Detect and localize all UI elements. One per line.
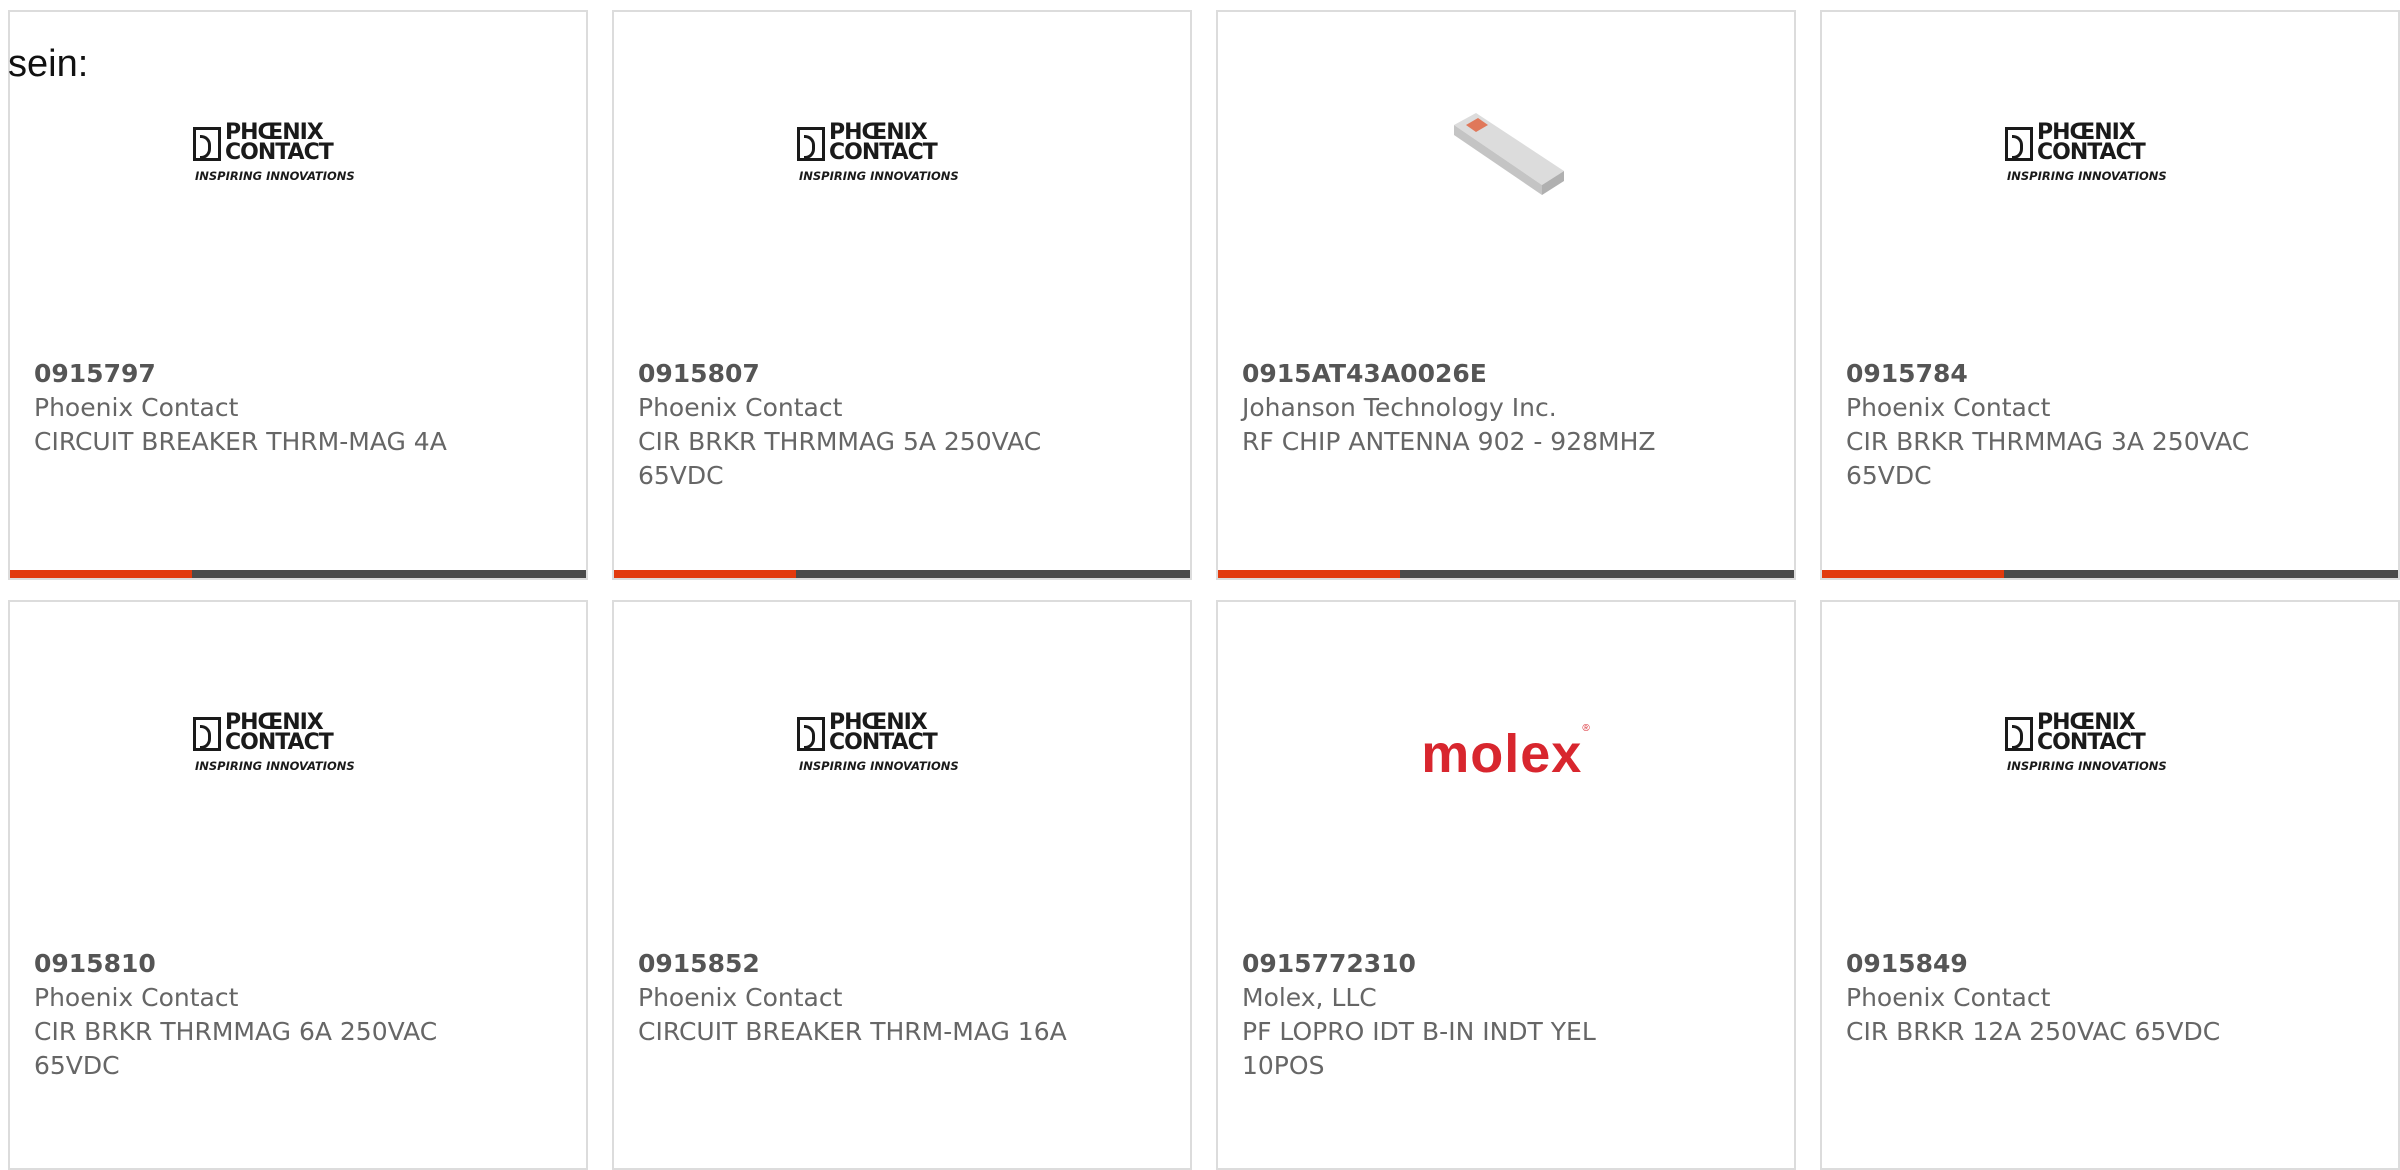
product-info: 0915AT43A0026E Johanson Technology Inc. …	[1242, 357, 1682, 459]
phoenix-mark-icon	[797, 717, 825, 751]
product-image: PHŒNIX CONTACT INSPIRING INNOVATIONS	[10, 122, 586, 282]
product-card[interactable]: PHŒNIX CONTACT INSPIRING INNOVATIONS 091…	[612, 10, 1192, 580]
card-footer-bar	[10, 570, 586, 578]
description: CIR BRKR THRMMAG 3A 250VAC 65VDC	[1846, 427, 2250, 490]
product-card[interactable]: PHŒNIX CONTACT INSPIRING INNOVATIONS 091…	[612, 600, 1192, 1170]
product-info: 0915807 Phoenix Contact CIR BRKR THRMMAG…	[638, 357, 1078, 493]
card-accent	[1218, 570, 1400, 578]
phoenix-mark-icon	[193, 717, 221, 751]
description: RF CHIP ANTENNA 902 - 928MHZ	[1242, 427, 1656, 456]
manufacturer: Johanson Technology Inc.	[1242, 393, 1557, 422]
molex-logo: molex®	[1421, 723, 1591, 784]
product-image: PHŒNIX CONTACT INSPIRING INNOVATIONS	[614, 122, 1190, 282]
description: CIRCUIT BREAKER THRM-MAG 16A	[638, 1017, 1067, 1046]
card-accent	[614, 570, 796, 578]
description: CIR BRKR 12A 250VAC 65VDC	[1846, 1017, 2221, 1046]
product-card[interactable]: PHŒNIX CONTACT INSPIRING INNOVATIONS 091…	[1820, 10, 2400, 580]
description: PF LOPRO IDT B-IN INDT YEL 10POS	[1242, 1017, 1596, 1080]
part-number[interactable]: 0915852	[638, 947, 1078, 981]
phoenix-mark-icon	[797, 127, 825, 161]
product-info: 0915852 Phoenix Contact CIRCUIT BREAKER …	[638, 947, 1078, 1049]
product-info: 0915797 Phoenix Contact CIRCUIT BREAKER …	[34, 357, 474, 459]
phoenix-contact-logo: PHŒNIX CONTACT INSPIRING INNOVATIONS	[193, 710, 355, 773]
chip-antenna-photo	[1454, 113, 1564, 195]
product-info: 0915810 Phoenix Contact CIR BRKR THRMMAG…	[34, 947, 474, 1083]
card-footer-bar	[1218, 570, 1794, 578]
phoenix-contact-logo: PHŒNIX CONTACT INSPIRING INNOVATIONS	[193, 120, 355, 183]
phoenix-contact-logo: PHŒNIX CONTACT INSPIRING INNOVATIONS	[2005, 710, 2167, 773]
manufacturer: Molex, LLC	[1242, 983, 1377, 1012]
product-info: 0915849 Phoenix Contact CIR BRKR 12A 250…	[1846, 947, 2286, 1049]
manufacturer: Phoenix Contact	[638, 393, 843, 422]
part-number[interactable]: 0915807	[638, 357, 1078, 391]
card-accent	[10, 570, 192, 578]
product-info: 0915784 Phoenix Contact CIR BRKR THRMMAG…	[1846, 357, 2286, 493]
phoenix-contact-logo: PHŒNIX CONTACT INSPIRING INNOVATIONS	[797, 710, 959, 773]
manufacturer: Phoenix Contact	[34, 983, 239, 1012]
phoenix-contact-logo: PHŒNIX CONTACT INSPIRING INNOVATIONS	[2005, 120, 2167, 183]
product-image: PHŒNIX CONTACT INSPIRING INNOVATIONS	[1822, 122, 2398, 282]
product-image: PHŒNIX CONTACT INSPIRING INNOVATIONS	[614, 712, 1190, 872]
card-footer-bar	[614, 570, 1190, 578]
description: CIR BRKR THRMMAG 5A 250VAC 65VDC	[638, 427, 1042, 490]
phoenix-contact-logo: PHŒNIX CONTACT INSPIRING INNOVATIONS	[797, 120, 959, 183]
description: CIR BRKR THRMMAG 6A 250VAC 65VDC	[34, 1017, 438, 1080]
product-card[interactable]: molex® 0915772310 Molex, LLC PF LOPRO ID…	[1216, 600, 1796, 1170]
phoenix-mark-icon	[193, 127, 221, 161]
product-image: PHŒNIX CONTACT INSPIRING INNOVATIONS	[10, 712, 586, 872]
page-heading: sein:	[8, 43, 89, 85]
manufacturer: Phoenix Contact	[1846, 393, 2051, 422]
product-card[interactable]: PHŒNIX CONTACT INSPIRING INNOVATIONS 091…	[1820, 600, 2400, 1170]
part-number[interactable]: 0915797	[34, 357, 474, 391]
product-info: 0915772310 Molex, LLC PF LOPRO IDT B-IN …	[1242, 947, 1682, 1083]
manufacturer: Phoenix Contact	[638, 983, 843, 1012]
product-card[interactable]: PHŒNIX CONTACT INSPIRING INNOVATIONS 091…	[8, 10, 588, 580]
part-number[interactable]: 0915784	[1846, 357, 2286, 391]
product-card[interactable]: PHŒNIX CONTACT INSPIRING INNOVATIONS 091…	[8, 600, 588, 1170]
phoenix-mark-icon	[2005, 717, 2033, 751]
phoenix-mark-icon	[2005, 127, 2033, 161]
part-number[interactable]: 0915849	[1846, 947, 2286, 981]
description: CIRCUIT BREAKER THRM-MAG 4A	[34, 427, 447, 456]
product-image	[1218, 113, 1794, 282]
product-image: PHŒNIX CONTACT INSPIRING INNOVATIONS	[1822, 712, 2398, 872]
part-number[interactable]: 0915772310	[1242, 947, 1682, 981]
product-grid: PHŒNIX CONTACT INSPIRING INNOVATIONS 091…	[0, 0, 2400, 1170]
manufacturer: Phoenix Contact	[1846, 983, 2051, 1012]
part-number[interactable]: 0915810	[34, 947, 474, 981]
product-image: molex®	[1218, 712, 1794, 872]
manufacturer: Phoenix Contact	[34, 393, 239, 422]
card-footer-bar	[1822, 570, 2398, 578]
part-number[interactable]: 0915AT43A0026E	[1242, 357, 1682, 391]
card-accent	[1822, 570, 2004, 578]
product-card[interactable]: 0915AT43A0026E Johanson Technology Inc. …	[1216, 10, 1796, 580]
